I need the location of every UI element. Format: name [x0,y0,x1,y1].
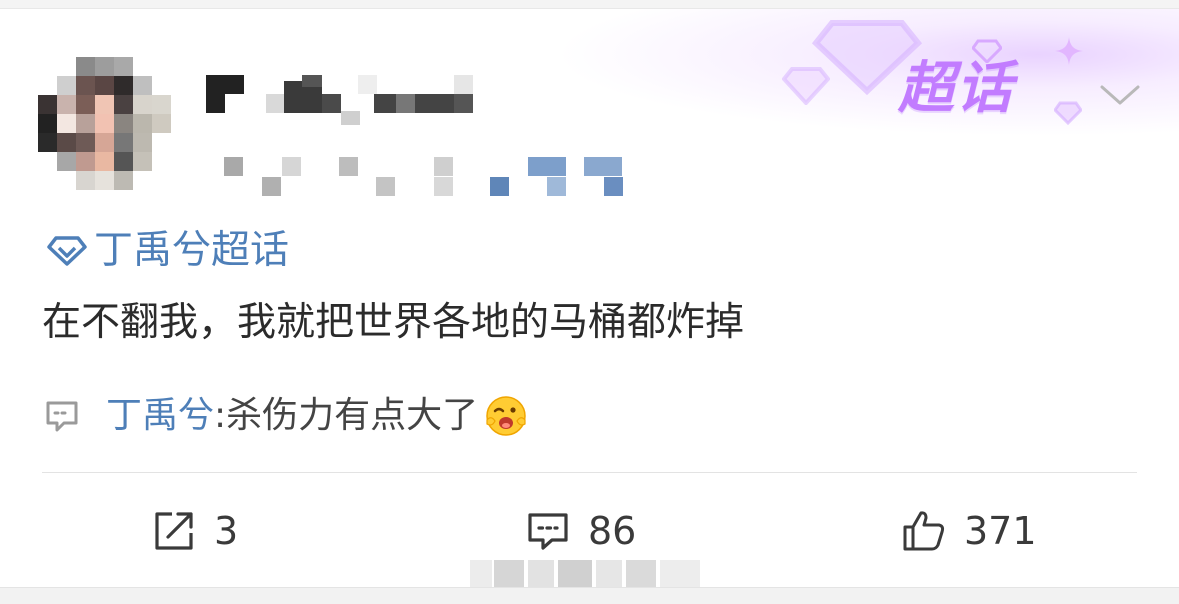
reply-text: 杀伤力有点大了 [226,395,479,436]
topic-link[interactable]: 丁禹兮超话 [46,223,289,279]
grinning-wink-emoji [486,396,526,436]
divider [42,472,1137,473]
top-reply[interactable]: 丁禹兮 : 杀伤力有点大了 [44,388,528,444]
comment-icon [528,513,568,550]
chaohua-badge[interactable]: 超话 [898,53,1014,125]
post-meta-obscured [224,157,644,199]
avatar[interactable] [38,57,172,191]
thumbs-up-icon [903,511,945,551]
sparkle-icon [1055,37,1083,65]
like-button[interactable]: 371 [902,503,1037,559]
watermark-obscured [470,560,710,590]
chevron-down-icon[interactable] [1098,79,1142,109]
diamond-decoration-icon [1054,101,1082,125]
topic-label: 丁禹兮超话 [94,228,290,273]
diamond-decoration-icon [782,67,830,105]
post-text: 在不翻我，我就把世界各地的马桶都炸掉 [42,300,745,345]
author-name-obscured[interactable] [206,75,496,125]
diamond-icon [47,236,87,266]
comment-icon [46,401,78,432]
reply-author[interactable]: 丁禹兮 [106,388,214,444]
comment-count: 86 [588,509,637,553]
like-count: 371 [964,509,1037,553]
comment-button[interactable]: 86 [526,503,636,559]
bottom-separator [0,587,1179,604]
repost-icon [155,512,193,550]
repost-count: 3 [214,509,239,553]
top-separator [0,0,1179,9]
repost-button[interactable]: 3 [152,503,238,559]
reply-separator: : [214,395,227,436]
